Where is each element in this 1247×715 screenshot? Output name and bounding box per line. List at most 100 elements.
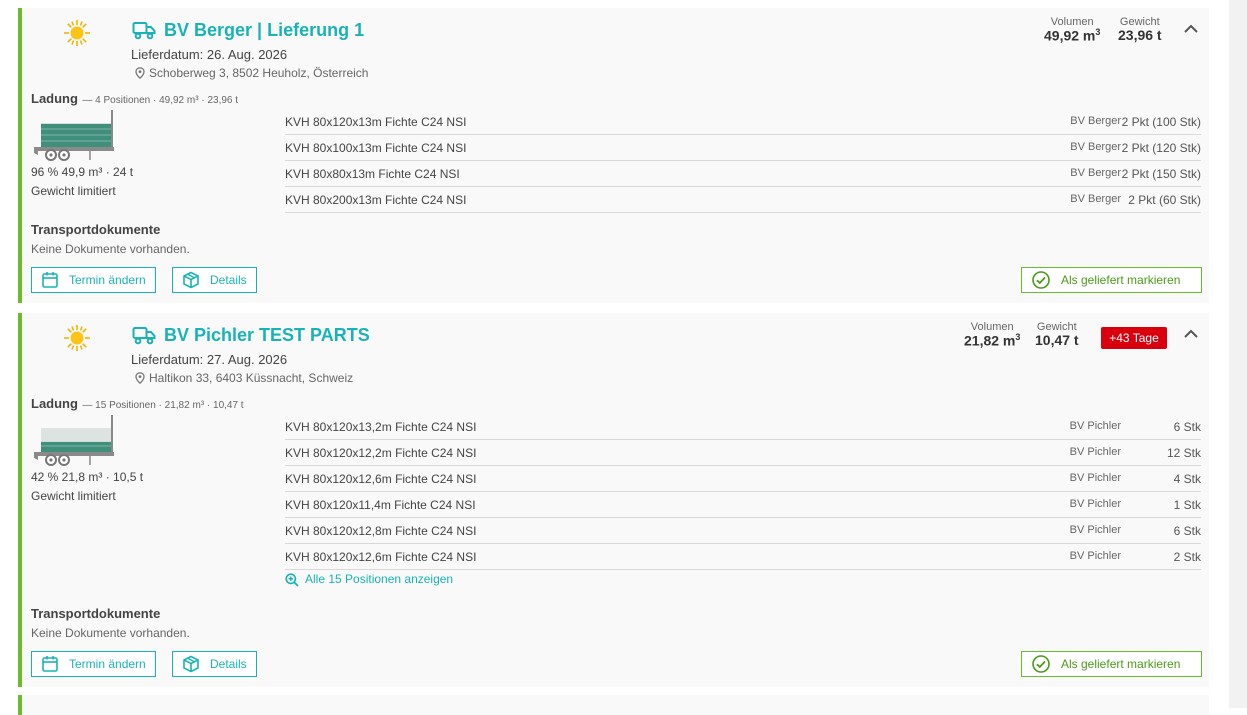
item-name: KVH 80x120x12,6m Fichte C24 NSI — [285, 472, 477, 486]
item-quantity: 2 Stk — [1173, 550, 1201, 564]
weight-stat: Gewicht 10,47 t — [1035, 321, 1079, 348]
mark-delivered-label: Als geliefert markieren — [1061, 273, 1181, 287]
load-percentage: 96 % 49,9 m³ · 24 t — [31, 165, 134, 179]
check-circle-icon — [1032, 271, 1050, 289]
docs-title: Transportdokumente — [31, 606, 161, 621]
change-date-button[interactable]: Termin ändern — [31, 267, 156, 293]
mark-delivered-button[interactable]: Als geliefert markieren — [1021, 267, 1202, 293]
item-name: KVH 80x120x11,4m Fichte C24 NSI — [285, 498, 476, 512]
item-supplier: BV Pichler — [1069, 446, 1121, 458]
ladung-title: Ladung — [31, 91, 78, 106]
item-row: KVH 80x120x12,8m Fichte C24 NSI BV Pichle… — [285, 518, 1201, 544]
trailer-icon — [34, 415, 114, 466]
location-pin-icon — [135, 372, 145, 384]
load-percentage: 42 % 21,8 m³ · 10,5 t — [31, 470, 144, 484]
item-list: KVH 80x120x13,2m Fichte C24 NSI BV Pichle… — [285, 414, 1201, 570]
change-date-button[interactable]: Termin ändern — [31, 651, 156, 677]
item-name: KVH 80x120x12,8m Fichte C24 NSI — [285, 524, 477, 538]
delivery-card: BV Pichler TEST PARTS Lieferdatum: 27. A… — [18, 313, 1209, 687]
sun-icon — [64, 325, 90, 351]
item-row: KVH 80x120x12,6m Fichte C24 NSI BV Pichle… — [285, 466, 1201, 492]
chevron-up-icon[interactable] — [1183, 328, 1199, 340]
item-supplier: BV Berger — [1070, 167, 1121, 179]
item-supplier: BV Pichler — [1069, 498, 1121, 510]
delivery-card: BV Berger | Lieferung 1 Lieferdatum: 26.… — [18, 8, 1209, 303]
calendar-icon — [42, 656, 58, 672]
item-quantity: 4 Stk — [1173, 472, 1201, 486]
ladung-header: Ladung — 15 Positionen · 21,82 m³ · 10,4… — [31, 395, 244, 413]
item-quantity: 2 Pkt (120 Stk) — [1121, 141, 1201, 155]
volume-stat: Volumen 21,82 m3 — [964, 321, 1020, 349]
docs-text: Keine Dokumente vorhanden. — [31, 242, 190, 256]
details-label: Details — [210, 657, 247, 671]
mark-delivered-label: Als geliefert markieren — [1061, 657, 1181, 671]
item-name: KVH 80x120x12,6m Fichte C24 NSI — [285, 550, 477, 564]
item-name: KVH 80x100x13m Fichte C24 NSI — [285, 141, 467, 155]
item-row: KVH 80x120x13m Fichte C24 NSI BV Berger 2 … — [285, 109, 1201, 135]
truck-icon — [132, 327, 156, 345]
details-button[interactable]: Details — [172, 267, 257, 293]
volume-value: 49,92 m3 — [1044, 27, 1101, 44]
item-supplier: BV Berger — [1070, 115, 1121, 127]
item-supplier: BV Berger — [1070, 141, 1121, 153]
truck-icon — [132, 22, 156, 40]
ladung-header: Ladung — 4 Positionen · 49,92 m³ · 23,96… — [31, 90, 238, 108]
weight-value: 10,47 t — [1035, 332, 1079, 348]
item-quantity: 1 Stk — [1173, 498, 1201, 512]
calendar-icon — [42, 272, 58, 288]
volume-stat: Volumen 49,92 m3 — [1044, 16, 1100, 44]
box-icon — [183, 271, 199, 289]
ladung-summary: — 4 Positionen · 49,92 m³ · 23,96 t — [82, 95, 239, 106]
show-all-label: Alle 15 Positionen anzeigen — [305, 572, 454, 586]
item-row: KVH 80x120x12,6m Fichte C24 NSI BV Pichle… — [285, 544, 1201, 570]
load-note: Gewicht limitiert — [31, 184, 116, 198]
item-quantity: 2 Pkt (100 Stk) — [1121, 115, 1201, 129]
delivery-title[interactable]: BV Pichler TEST PARTS — [164, 325, 370, 346]
change-date-label: Termin ändern — [69, 273, 146, 287]
item-supplier: BV Pichler — [1069, 550, 1121, 562]
item-row: KVH 80x80x13m Fichte C24 NSI BV Berger 2 P… — [285, 161, 1201, 187]
item-row: KVH 80x120x13,2m Fichte C24 NSI BV Pichle… — [285, 414, 1201, 440]
change-date-label: Termin ändern — [69, 657, 146, 671]
item-name: KVH 80x200x13m Fichte C24 NSI — [285, 193, 467, 207]
item-quantity: 6 Stk — [1173, 420, 1201, 434]
box-icon — [183, 655, 199, 673]
zoom-in-icon — [285, 573, 299, 587]
trailer-icon — [34, 110, 114, 161]
ladung-title: Ladung — [31, 396, 78, 411]
delivery-title[interactable]: BV Berger | Lieferung 1 — [164, 20, 364, 41]
item-supplier: BV Berger — [1070, 193, 1121, 205]
delivery-date: Lieferdatum: 26. Aug. 2026 — [131, 47, 288, 62]
item-quantity: 12 Stk — [1166, 446, 1201, 460]
show-all-positions-link[interactable]: Alle 15 Positionen anzeigen — [285, 572, 453, 587]
chevron-up-icon[interactable] — [1183, 23, 1199, 35]
location-pin-icon — [135, 67, 145, 79]
weight-value: 23,96 t — [1118, 27, 1162, 43]
mark-delivered-button[interactable]: Als geliefert markieren — [1021, 651, 1202, 677]
delivery-address: Haltikon 33, 6403 Küssnacht, Schweiz — [149, 371, 354, 385]
item-supplier: BV Pichler — [1069, 524, 1121, 536]
delivery-card-partial — [18, 695, 1209, 715]
item-row: KVH 80x120x11,4m Fichte C24 NSI BV Pichle… — [285, 492, 1201, 518]
docs-title: Transportdokumente — [31, 222, 161, 237]
delivery-date: Lieferdatum: 27. Aug. 2026 — [131, 352, 288, 367]
delivery-address: Schoberweg 3, 8502 Heuholz, Österreich — [149, 66, 369, 80]
check-circle-icon — [1032, 655, 1050, 673]
item-quantity: 2 Pkt (150 Stk) — [1121, 167, 1201, 181]
sun-icon — [64, 20, 90, 46]
overdue-badge: +43 Tage — [1101, 327, 1167, 349]
scrollbar-track[interactable] — [1229, 0, 1247, 708]
item-row: KVH 80x100x13m Fichte C24 NSI BV Berger 2 … — [285, 135, 1201, 161]
item-row: KVH 80x120x12,2m Fichte C24 NSI BV Pichle… — [285, 440, 1201, 466]
item-row: KVH 80x200x13m Fichte C24 NSI BV Berger 2 … — [285, 187, 1201, 213]
item-supplier: BV Pichler — [1069, 420, 1121, 432]
volume-value: 21,82 m3 — [964, 332, 1021, 349]
ladung-summary: — 15 Positionen · 21,82 m³ · 10,47 t — [82, 400, 244, 411]
item-name: KVH 80x120x13m Fichte C24 NSI — [285, 115, 467, 129]
item-quantity: 2 Pkt (60 Stk) — [1128, 193, 1201, 207]
docs-text: Keine Dokumente vorhanden. — [31, 626, 190, 640]
item-name: KVH 80x80x13m Fichte C24 NSI — [285, 167, 460, 181]
details-label: Details — [210, 273, 247, 287]
details-button[interactable]: Details — [172, 651, 257, 677]
item-list: KVH 80x120x13m Fichte C24 NSI BV Berger 2 … — [285, 109, 1201, 213]
